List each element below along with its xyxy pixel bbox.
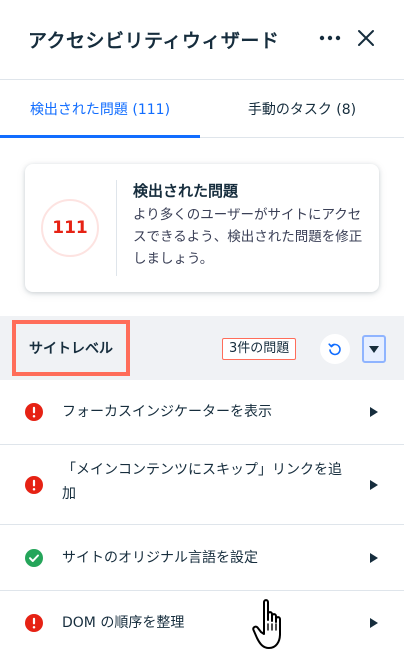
card-divider <box>116 180 117 276</box>
section-issue-count: 3件の問題 <box>222 338 297 360</box>
tab-detected-issues[interactable]: 検出された問題 (111) <box>0 80 200 138</box>
issue-label: サイトのオリジナル言語を設定 <box>62 550 258 566</box>
issue-row[interactable]: フォーカスインジケーターを表示 <box>0 380 404 445</box>
issue-label: DOM の順序を整理 <box>62 615 185 631</box>
caret-down-icon <box>369 345 379 353</box>
tab-bar: 検出された問題 (111) 手動のタスク (8) <box>0 80 404 138</box>
close-button[interactable] <box>352 24 380 52</box>
summary-title: 検出された問題 <box>133 182 239 200</box>
close-icon <box>358 30 374 46</box>
refresh-icon <box>328 343 341 356</box>
panel-title: アクセシビリティウィザード <box>28 30 280 52</box>
check-circle-icon <box>25 549 43 567</box>
error-icon <box>25 476 43 494</box>
more-horizontal-icon <box>319 35 341 41</box>
accessibility-wizard-panel: アクセシビリティウィザード 検出された問題 (111) 手動のタスク (8) 1… <box>0 0 404 656</box>
section-header-site-level: サイトレベル 3件の問題 <box>0 316 404 380</box>
issues-summary-card: 111 検出された問題 より多くのユーザーがサイトにアクセスできるよう、検出され… <box>25 164 379 292</box>
error-icon <box>25 614 43 632</box>
issue-label: フォーカスインジケーターを表示 <box>62 404 272 420</box>
issue-row[interactable]: サイトのオリジナル言語を設定 <box>0 525 404 591</box>
chevron-right-icon <box>370 407 378 417</box>
chevron-right-icon <box>370 480 378 490</box>
section-label-highlight: サイトレベル <box>12 320 130 376</box>
chevron-right-icon <box>370 618 378 628</box>
issue-row[interactable]: 「メインコンテンツにスキップ」リンクを追加 <box>0 445 404 525</box>
panel-header: アクセシビリティウィザード <box>0 0 404 80</box>
collapse-section-button[interactable] <box>362 335 386 363</box>
error-icon <box>25 403 43 421</box>
chevron-right-icon <box>370 553 378 563</box>
issue-label: 「メインコンテンツにスキップ」リンクを追加 <box>62 462 342 502</box>
refresh-button[interactable] <box>320 334 350 364</box>
tab-manual-tasks[interactable]: 手動のタスク (8) <box>200 80 404 138</box>
summary-description: より多くのユーザーがサイトにアクセスできるよう、検出された問題を修正しましょう。 <box>133 207 363 267</box>
active-tab-indicator <box>0 135 200 138</box>
issue-row[interactable]: DOM の順序を整理 <box>0 591 404 656</box>
more-options-button[interactable] <box>316 26 344 50</box>
section-label: サイトレベル <box>29 341 113 357</box>
issue-count-circle: 111 <box>41 199 99 257</box>
